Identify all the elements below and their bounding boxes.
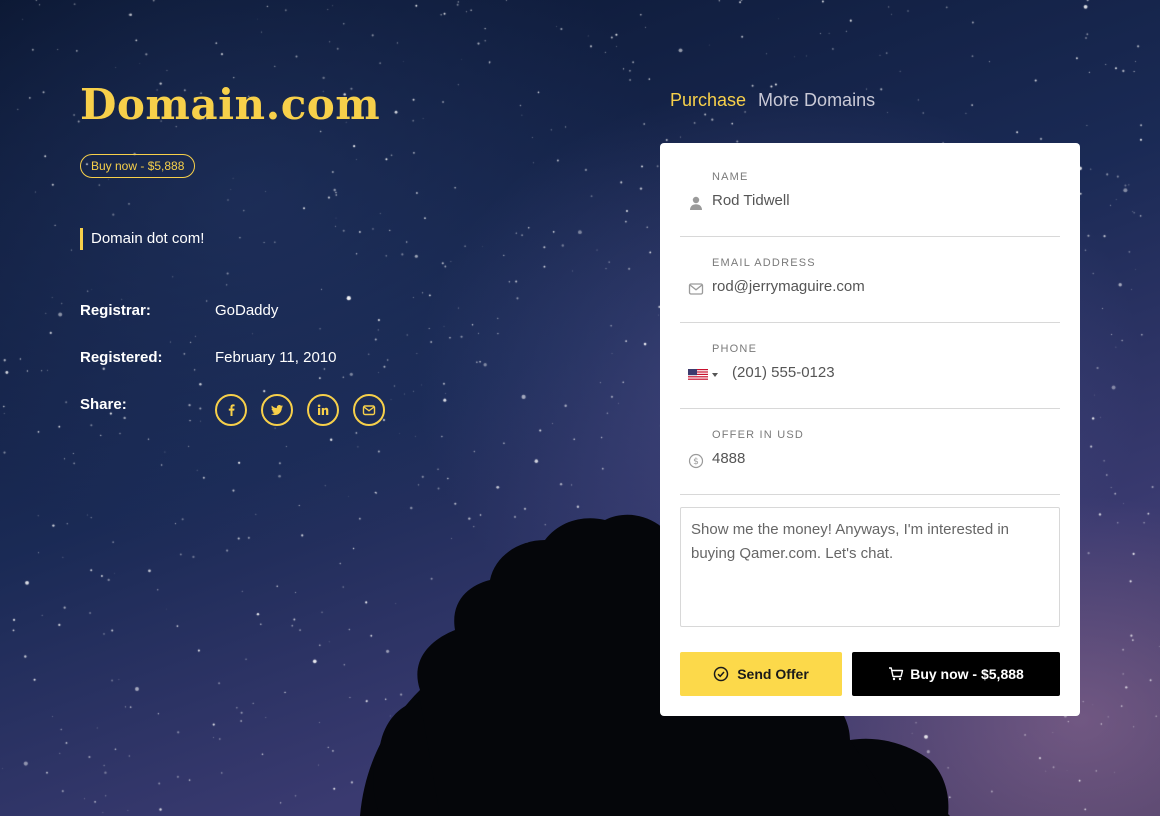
phone-input[interactable]: [732, 360, 1062, 384]
linkedin-icon: [317, 404, 329, 415]
share-buttons: [215, 394, 385, 426]
email-input[interactable]: [712, 274, 1042, 298]
user-icon: [688, 195, 704, 211]
share-email-button[interactable]: [353, 394, 385, 426]
check-circle-icon: [713, 666, 729, 682]
offer-form-card: NAME EMAIL ADDRESS PHONE: [660, 143, 1080, 716]
message-textarea[interactable]: Show me the money! Anyways, I'm interest…: [680, 507, 1060, 627]
registrar-label: Registrar:: [80, 302, 151, 319]
email-field-label: EMAIL ADDRESS: [712, 257, 816, 269]
phone-field: PHONE: [680, 343, 1062, 409]
dollar-circle-icon: $: [688, 453, 704, 469]
facebook-icon: [228, 404, 235, 416]
registrar-value: GoDaddy: [215, 302, 279, 319]
buy-now-pill-button[interactable]: Buy now - $5,888: [80, 154, 196, 178]
send-offer-label: Send Offer: [737, 666, 809, 682]
domain-tagline: Domain dot com!: [80, 228, 204, 250]
svg-text:$: $: [693, 457, 699, 467]
domain-title: Domain.com: [80, 80, 381, 129]
offer-field-label: OFFER IN USD: [712, 429, 805, 441]
email-field: EMAIL ADDRESS: [680, 257, 1060, 323]
twitter-icon: [271, 405, 283, 416]
us-flag-icon[interactable]: [688, 369, 708, 381]
top-nav: Purchase More Domains: [670, 90, 875, 111]
phone-field-label: PHONE: [712, 343, 758, 355]
registered-label: Registered:: [80, 349, 163, 366]
share-facebook-button[interactable]: [215, 394, 247, 426]
buy-now-label: Buy now - $5,888: [910, 666, 1024, 682]
offer-input[interactable]: [712, 446, 1042, 470]
share-twitter-button[interactable]: [261, 394, 293, 426]
name-input[interactable]: [712, 188, 1042, 212]
buy-now-button[interactable]: Buy now - $5,888: [852, 652, 1060, 696]
nav-more-domains-link[interactable]: More Domains: [758, 90, 875, 111]
email-icon: [362, 405, 376, 416]
share-linkedin-button[interactable]: [307, 394, 339, 426]
cart-icon: [889, 667, 904, 681]
name-field-label: NAME: [712, 171, 749, 183]
share-label: Share:: [80, 396, 127, 413]
offer-field: OFFER IN USD $: [680, 429, 1060, 495]
nav-purchase-link[interactable]: Purchase: [670, 90, 746, 111]
name-field: NAME: [680, 171, 1060, 237]
country-dropdown-caret-icon[interactable]: [712, 373, 718, 377]
registered-value: February 11, 2010: [215, 349, 337, 366]
envelope-icon: [688, 281, 704, 297]
send-offer-button[interactable]: Send Offer: [680, 652, 842, 696]
